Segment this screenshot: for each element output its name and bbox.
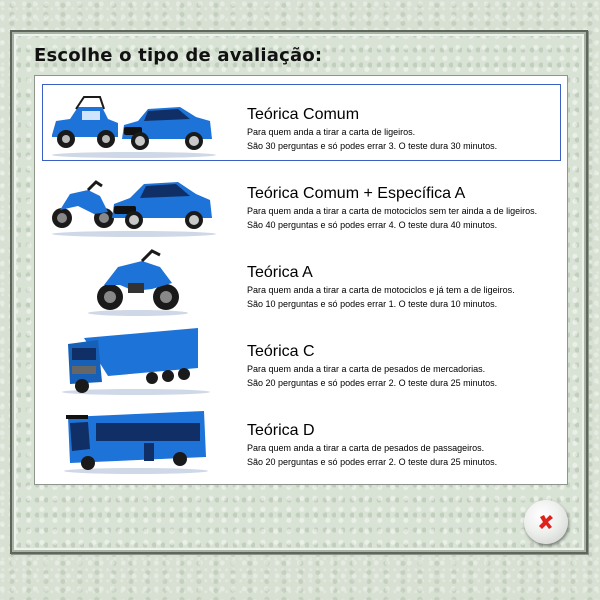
option-rules: São 40 perguntas e só podes errar 4. O t… [247,220,498,230]
test-type-list: Teórica Comum Para quem anda a tirar a c… [34,75,568,485]
dialog-title: Escolhe o tipo de avaliação: [34,45,323,66]
option-teorica-comum-especifica-a[interactable]: Teórica Comum + Específica A Para quem a… [42,163,561,240]
option-title: Teórica C [247,343,315,360]
option-description: Para quem anda a tirar a carta de motoci… [247,285,515,295]
option-description: Para quem anda a tirar a carta de motoci… [247,206,538,216]
option-teorica-a[interactable]: Teórica A Para quem anda a tirar a carta… [42,242,561,319]
option-title: Teórica Comum + Específica A [247,185,466,202]
truck-icon [62,328,210,395]
option-rules: São 10 perguntas e só podes errar 1. O t… [247,299,498,309]
option-title: Teórica D [247,422,315,439]
option-rules: São 30 perguntas e só podes errar 3. O t… [247,141,498,151]
close-icon [539,515,553,529]
option-description: Para quem anda a tirar a carta de pesado… [247,364,486,374]
option-teorica-d[interactable]: Teórica D Para quem anda a tirar a carta… [42,400,561,477]
motorcycle-icon [88,249,188,316]
close-button[interactable] [524,500,568,544]
option-teorica-c[interactable]: Teórica C Para quem anda a tirar a carta… [42,321,561,398]
option-title: Teórica Comum [247,106,360,123]
buggy-and-car-icon [52,96,216,158]
option-rules: São 20 perguntas e só podes errar 2. O t… [247,457,498,467]
test-type-dialog: Escolhe o tipo de avaliação: Teórica Com… [10,30,588,554]
bus-icon [64,411,208,474]
option-title: Teórica A [247,264,313,281]
option-description: Para quem anda a tirar a carta de pesado… [247,443,485,453]
option-teorica-comum[interactable]: Teórica Comum Para quem anda a tirar a c… [42,84,561,161]
option-rules: São 20 perguntas e só podes errar 2. O t… [247,378,498,388]
option-description: Para quem anda a tirar a carta de ligeir… [247,127,416,137]
motorcycle-and-car-icon [52,180,216,237]
